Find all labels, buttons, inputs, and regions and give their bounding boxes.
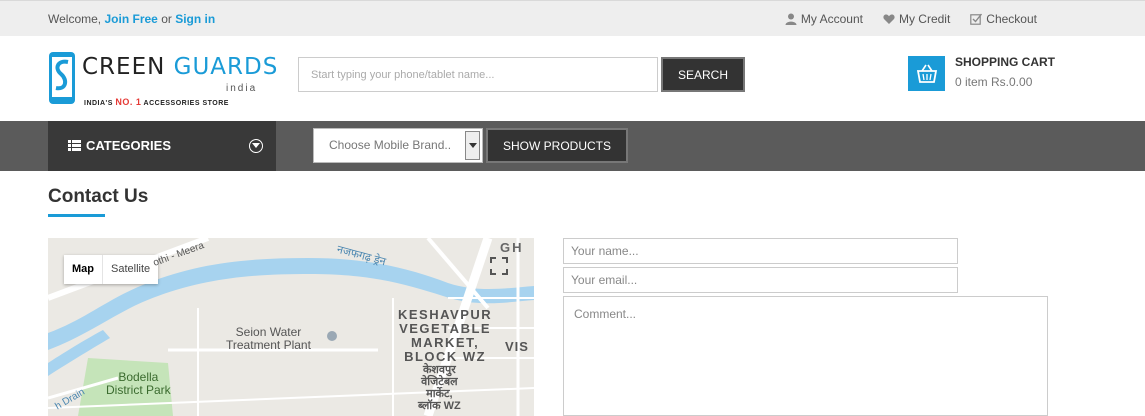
list-icon <box>68 140 81 151</box>
search-button[interactable]: SEARCH <box>661 57 745 92</box>
map-label-water-plant: Seion Water Treatment Plant <box>226 325 311 352</box>
welcome-text: Welcome, Join Free or Sign in <box>48 12 215 26</box>
map-label-market-hindi: केशवपुर वेजिटेबल मार्केट, ब्लॉक WZ <box>418 364 461 412</box>
cart-title[interactable]: SHOPPING CART <box>955 55 1055 69</box>
dropdown-arrow-icon[interactable] <box>465 131 480 160</box>
search-input[interactable] <box>298 57 658 92</box>
cart-summary: 0 item Rs.0.00 <box>955 75 1033 89</box>
page-title: Contact Us <box>48 186 149 207</box>
or-label: or <box>161 12 172 26</box>
my-account-link[interactable]: My Account <box>785 12 863 26</box>
map-label-vis: VIS <box>505 339 529 354</box>
location-map[interactable]: Map Satellite GH othi - Meera नजफगढ़ ड्र… <box>48 238 534 416</box>
name-field[interactable] <box>563 238 958 264</box>
cart-button[interactable] <box>908 56 945 91</box>
my-credit-label: My Credit <box>898 12 951 26</box>
show-products-button[interactable]: SHOW PRODUCTS <box>486 128 628 163</box>
categories-label: CATEGORIES <box>86 138 171 153</box>
my-credit-link[interactable]: My Credit <box>883 12 950 26</box>
join-free-link[interactable]: Join Free <box>104 12 157 26</box>
nav-bar: CATEGORIES Choose Mobile Brand.. SHOW PR… <box>0 121 1145 171</box>
map-label-market: KESHAVPUR VEGETABLE MARKET, BLOCK WZ <box>398 307 493 364</box>
my-account-label: My Account <box>800 12 863 26</box>
map-label-gh: GH <box>500 240 524 255</box>
checkout-label: Checkout <box>986 12 1037 26</box>
basket-icon <box>916 64 937 83</box>
top-bar: Welcome, Join Free or Sign in My Account… <box>0 0 1145 36</box>
satellite-tab[interactable]: Satellite <box>102 255 158 284</box>
phone-logo-icon <box>49 52 75 104</box>
map-type-toggle: Map Satellite <box>64 255 159 284</box>
logo-tagline: INDIA'S NO. 1 ACCESSORIES STORE <box>84 97 229 107</box>
user-icon <box>785 13 797 25</box>
site-logo[interactable]: CREEN GUARDS india INDIA'S NO. 1 ACCESSO… <box>48 50 279 108</box>
sign-in-link[interactable]: Sign in <box>175 12 215 26</box>
email-field[interactable] <box>563 267 958 293</box>
title-underline <box>48 214 105 217</box>
brand-select-value: Choose Mobile Brand.. <box>329 138 452 152</box>
heart-icon <box>883 14 895 24</box>
comment-field[interactable] <box>563 296 1048 416</box>
checkbox-icon <box>970 13 983 25</box>
checkout-link[interactable]: Checkout <box>970 12 1037 26</box>
map-tab[interactable]: Map <box>64 255 102 284</box>
logo-wordmark: CREEN GUARDS <box>82 54 279 80</box>
welcome-label: Welcome, <box>48 12 102 26</box>
categories-menu[interactable]: CATEGORIES <box>48 121 276 171</box>
brand-select[interactable]: Choose Mobile Brand.. <box>313 128 483 163</box>
account-links: My Account My Credit Checkout <box>785 12 1037 26</box>
logo-subtitle: india <box>226 83 258 94</box>
map-label-park: Bodella District Park <box>106 370 171 397</box>
site-header: CREEN GUARDS india INDIA'S NO. 1 ACCESSO… <box>0 36 1145 121</box>
fullscreen-icon[interactable] <box>490 257 508 275</box>
chevron-down-icon[interactable] <box>249 139 263 153</box>
